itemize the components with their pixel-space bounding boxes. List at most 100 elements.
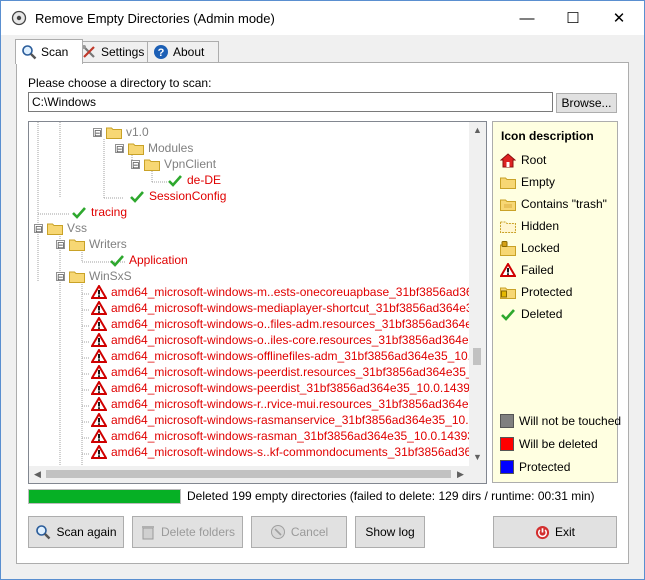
tab-settings[interactable]: Settings bbox=[75, 41, 153, 62]
svg-text:?: ? bbox=[158, 47, 165, 59]
folder-icon bbox=[69, 239, 85, 251]
legend-item: Locked bbox=[500, 240, 560, 256]
vertical-scrollbar[interactable]: ▲ ▼ bbox=[469, 122, 486, 466]
close-icon: ✕ bbox=[612, 10, 626, 27]
blue-swatch bbox=[500, 460, 514, 474]
tree-row[interactable]: amd64_microsoft-windows-peerdist.resourc… bbox=[91, 364, 469, 380]
warning-icon bbox=[91, 365, 107, 379]
legend-item-label: Failed bbox=[521, 263, 554, 277]
tree-row[interactable]: ⊟ v1.0 bbox=[93, 124, 149, 140]
tree-row[interactable]: amd64_microsoft-windows-m..ests-onecoreu… bbox=[91, 284, 469, 300]
tree-row-label: amd64_microsoft-windows-rasman_31bf3856a… bbox=[111, 429, 469, 443]
legend-title: Icon description bbox=[501, 129, 594, 143]
tree-row-label: Modules bbox=[148, 141, 194, 155]
title-bar: Remove Empty Directories (Admin mode) — … bbox=[1, 1, 644, 35]
warning-icon bbox=[91, 317, 107, 331]
window-title: Remove Empty Directories (Admin mode) bbox=[35, 11, 275, 26]
directory-input[interactable] bbox=[28, 92, 553, 112]
legend-color-label: Will be deleted bbox=[519, 437, 598, 451]
tree-row-label: v1.0 bbox=[126, 125, 149, 139]
tree-row[interactable]: SessionConfig bbox=[129, 188, 226, 204]
legend-item: Deleted bbox=[500, 306, 562, 322]
cancel-button[interactable]: Cancel bbox=[251, 516, 347, 548]
tree-row[interactable]: amd64_microsoft-windows-r..rvice-mui.res… bbox=[91, 396, 469, 412]
app-icon bbox=[11, 10, 27, 26]
tree-row[interactable]: amd64_microsoft-windows-rasman_31bf3856a… bbox=[91, 428, 469, 444]
tree-row[interactable]: amd64_microsoft-windows-s..kf-commondocu… bbox=[91, 444, 469, 460]
locked-folder-icon bbox=[500, 240, 516, 256]
check-icon bbox=[168, 174, 182, 187]
empty-folder-icon bbox=[500, 177, 516, 189]
legend-item-label: Empty bbox=[521, 175, 556, 189]
legend-item-label: Protected bbox=[521, 285, 573, 299]
collapse-icon[interactable]: ⊟ bbox=[34, 223, 43, 233]
tree-row[interactable]: amd64_microsoft-windows-o..iles-core.res… bbox=[91, 332, 469, 348]
minimize-icon: — bbox=[519, 9, 535, 27]
tree-row[interactable]: de-DE bbox=[167, 172, 221, 188]
collapse-icon[interactable]: ⊟ bbox=[93, 127, 102, 137]
tree-row[interactable]: amd64_microsoft-windows-rasmanservice_31… bbox=[91, 412, 469, 428]
tree-row[interactable]: ⊟ Modules bbox=[115, 140, 193, 156]
tree-row[interactable]: Application bbox=[109, 252, 188, 268]
hidden-folder-icon bbox=[500, 221, 516, 233]
legend-item-label: Root bbox=[521, 153, 547, 167]
tree-row[interactable]: ⊟ VpnClient bbox=[131, 156, 216, 172]
minimize-button[interactable]: — bbox=[504, 1, 550, 35]
cancel-label: Cancel bbox=[290, 525, 329, 539]
tree-row[interactable]: tracing bbox=[71, 204, 127, 220]
folder-icon bbox=[128, 143, 144, 155]
show-log-button[interactable]: Show log bbox=[355, 516, 425, 548]
tree-row-label: tracing bbox=[91, 205, 128, 219]
tree-row[interactable]: ⊟ Vss bbox=[34, 220, 87, 236]
warning-icon bbox=[91, 445, 107, 459]
legend-item: Root bbox=[500, 152, 546, 168]
app-window: Remove Empty Directories (Admin mode) — … bbox=[0, 0, 645, 580]
tab-about[interactable]: ? About bbox=[147, 41, 219, 62]
legend-item: Failed bbox=[500, 262, 554, 278]
magnifier-icon bbox=[36, 525, 51, 540]
tab-about-label: About bbox=[173, 45, 205, 59]
scroll-left-icon[interactable]: ◀ bbox=[29, 466, 46, 483]
warning-icon bbox=[91, 333, 107, 347]
progress-bar bbox=[28, 489, 181, 504]
check-icon bbox=[110, 254, 124, 267]
tree-row-label: Writers bbox=[89, 237, 127, 251]
tab-scan[interactable]: Scan bbox=[15, 39, 83, 64]
tree-row[interactable]: ⊟ WinSxS bbox=[56, 268, 132, 284]
magnifier-icon bbox=[22, 45, 37, 60]
collapse-icon[interactable]: ⊟ bbox=[56, 239, 65, 249]
legend-item-label: Deleted bbox=[521, 307, 563, 321]
warning-icon bbox=[91, 429, 107, 443]
directory-tree[interactable]: ⊟ v1.0 ⊟ Modules ⊟ VpnClient de-DE Sessi… bbox=[28, 121, 487, 484]
deleted-check-icon bbox=[501, 308, 515, 321]
exit-label: Exit bbox=[554, 525, 575, 539]
tree-row-label: amd64_microsoft-windows-offlinefiles-adm… bbox=[111, 349, 469, 363]
tree-row[interactable]: amd64_microsoft-windows-o..files-adm.res… bbox=[91, 316, 469, 332]
scroll-right-icon[interactable]: ▶ bbox=[452, 466, 469, 483]
horizontal-scroll-thumb[interactable] bbox=[46, 470, 451, 478]
exit-button[interactable]: Exit bbox=[493, 516, 617, 548]
tree-row[interactable]: amd64_microsoft-windows-offlinefiles-adm… bbox=[91, 348, 469, 364]
collapse-icon[interactable]: ⊟ bbox=[115, 143, 124, 153]
close-button[interactable]: ✕ bbox=[596, 1, 642, 35]
warning-icon bbox=[91, 285, 107, 299]
collapse-icon[interactable]: ⊟ bbox=[56, 271, 65, 281]
tree-row[interactable]: ⊟ Writers bbox=[56, 236, 127, 252]
maximize-button[interactable]: ☐ bbox=[550, 1, 596, 35]
collapse-icon[interactable]: ⊟ bbox=[131, 159, 140, 169]
show-log-label: Show log bbox=[365, 525, 415, 539]
legend-item-label: Locked bbox=[521, 241, 560, 255]
scroll-down-icon[interactable]: ▼ bbox=[469, 449, 486, 466]
scroll-up-icon[interactable]: ▲ bbox=[469, 122, 486, 139]
delete-folders-button[interactable]: Delete folders bbox=[132, 516, 243, 548]
tree-row[interactable]: amd64_microsoft-windows-peerdist_31bf385… bbox=[91, 380, 469, 396]
browse-button[interactable]: Browse... bbox=[556, 93, 617, 113]
folder-icon bbox=[69, 271, 85, 283]
folder-icon bbox=[144, 159, 160, 171]
scan-again-button[interactable]: Scan again bbox=[28, 516, 124, 548]
protected-folder-icon bbox=[500, 287, 516, 299]
tree-row[interactable]: amd64_microsoft-windows-mediaplayer-shor… bbox=[91, 300, 469, 316]
help-icon: ? bbox=[154, 45, 168, 59]
vertical-scroll-thumb[interactable] bbox=[473, 348, 481, 365]
horizontal-scrollbar[interactable]: ◀ ▶ bbox=[29, 466, 469, 483]
